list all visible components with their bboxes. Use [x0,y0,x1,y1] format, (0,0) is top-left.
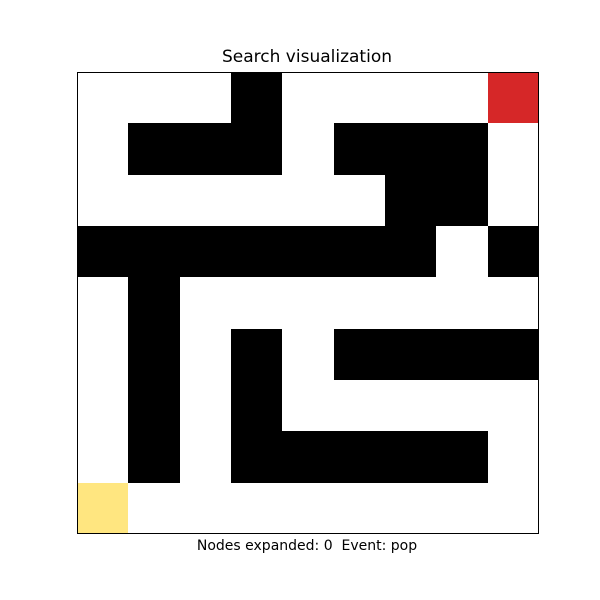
maze-cell-wall-r5-c5 [333,328,385,380]
maze-cell-open-r6-c7 [436,379,488,432]
maze-cell-wall-r7-c5 [333,431,385,483]
maze-cell-open-r2-c2 [179,174,231,226]
maze-cell-start-r8-c0 [77,482,129,534]
maze-cell-open-r8-c5 [333,482,385,534]
maze-cell-wall-r1-c2 [179,123,231,175]
maze-cell-open-r1-c8 [487,123,539,175]
maze-cell-wall-r5-c3 [230,328,283,380]
maze-cell-open-r7-c2 [179,431,231,483]
maze-cell-open-r8-c7 [436,482,488,534]
maze-cell-wall-r6-c3 [230,379,283,432]
maze-cell-wall-r4-c1 [128,277,180,329]
maze-cell-open-r6-c5 [333,379,385,432]
maze-cell-wall-r6-c1 [128,379,180,432]
maze-cell-open-r0-c0 [77,72,129,124]
maze-cell-open-r6-c4 [282,379,334,432]
maze-cell-open-r8-c4 [282,482,334,534]
maze-cell-open-r2-c4 [282,174,334,226]
maze-cell-open-r6-c2 [179,379,231,432]
maze-cell-wall-r3-c4 [282,225,334,278]
maze-cell-open-r1-c0 [77,123,129,175]
maze-cell-open-r8-c2 [179,482,231,534]
maze-cell-open-r0-c1 [128,72,180,124]
maze-cell-wall-r5-c1 [128,328,180,380]
maze-cell-wall-r3-c1 [128,225,180,278]
maze-cell-wall-r3-c0 [77,225,129,278]
maze-cell-wall-r3-c5 [333,225,385,278]
maze-cell-open-r8-c6 [384,482,437,534]
maze-cell-wall-r5-c8 [487,328,539,380]
maze-cell-open-r2-c5 [333,174,385,226]
maze-cell-open-r4-c3 [230,277,283,329]
maze-cell-open-r4-c6 [384,277,437,329]
plot-title: Search visualization [222,47,392,67]
maze-cell-wall-r7-c6 [384,431,437,483]
maze-cell-open-r8-c1 [128,482,180,534]
maze-board [77,72,539,534]
status-caption: Nodes expanded: 0 Event: pop [196,538,418,554]
maze-cell-wall-r7-c7 [436,431,488,483]
maze-cell-wall-r3-c3 [230,225,283,278]
maze-cell-open-r0-c7 [436,72,488,124]
maze-cell-open-r3-c7 [436,225,488,278]
maze-cell-open-r4-c2 [179,277,231,329]
maze-cell-open-r4-c8 [487,277,539,329]
maze-cell-wall-r1-c5 [333,123,385,175]
maze-cell-open-r4-c5 [333,277,385,329]
maze-cell-wall-r1-c1 [128,123,180,175]
maze-cell-open-r2-c8 [487,174,539,226]
maze-cell-open-r2-c0 [77,174,129,226]
maze-cell-wall-r2-c6 [384,174,437,226]
maze-cell-wall-r1-c6 [384,123,437,175]
maze-cell-open-r5-c2 [179,328,231,380]
maze-cell-open-r7-c0 [77,431,129,483]
maze-cell-open-r6-c6 [384,379,437,432]
maze-cell-open-r5-c4 [282,328,334,380]
maze-cell-wall-r3-c2 [179,225,231,278]
maze-cell-wall-r7-c3 [230,431,283,483]
maze-cell-wall-r7-c4 [282,431,334,483]
maze-cell-wall-r2-c7 [436,174,488,226]
maze-cell-wall-r3-c6 [384,225,437,278]
maze-cell-open-r6-c8 [487,379,539,432]
maze-cell-open-r7-c8 [487,431,539,483]
maze-cell-wall-r3-c8 [487,225,539,278]
maze-cell-open-r6-c0 [77,379,129,432]
maze-cell-wall-r1-c3 [230,123,283,175]
maze-cell-open-r2-c1 [128,174,180,226]
maze-cell-wall-r7-c1 [128,431,180,483]
maze-cell-wall-r5-c7 [436,328,488,380]
maze-cell-open-r0-c2 [179,72,231,124]
maze-cell-open-r4-c4 [282,277,334,329]
maze-cell-wall-r1-c7 [436,123,488,175]
maze-cell-open-r5-c0 [77,328,129,380]
maze-cell-open-r4-c7 [436,277,488,329]
maze-cell-open-r1-c4 [282,123,334,175]
maze-cell-wall-r5-c6 [384,328,437,380]
maze-cell-open-r8-c8 [487,482,539,534]
maze-cell-open-r4-c0 [77,277,129,329]
maze-cell-open-r0-c6 [384,72,437,124]
maze-cell-open-r0-c5 [333,72,385,124]
maze-grid [77,72,539,534]
maze-cell-goal-r0-c8 [487,72,539,124]
maze-cell-open-r8-c3 [230,482,283,534]
maze-cell-open-r2-c3 [230,174,283,226]
maze-cell-open-r0-c4 [282,72,334,124]
maze-cell-wall-r0-c3 [230,72,283,124]
